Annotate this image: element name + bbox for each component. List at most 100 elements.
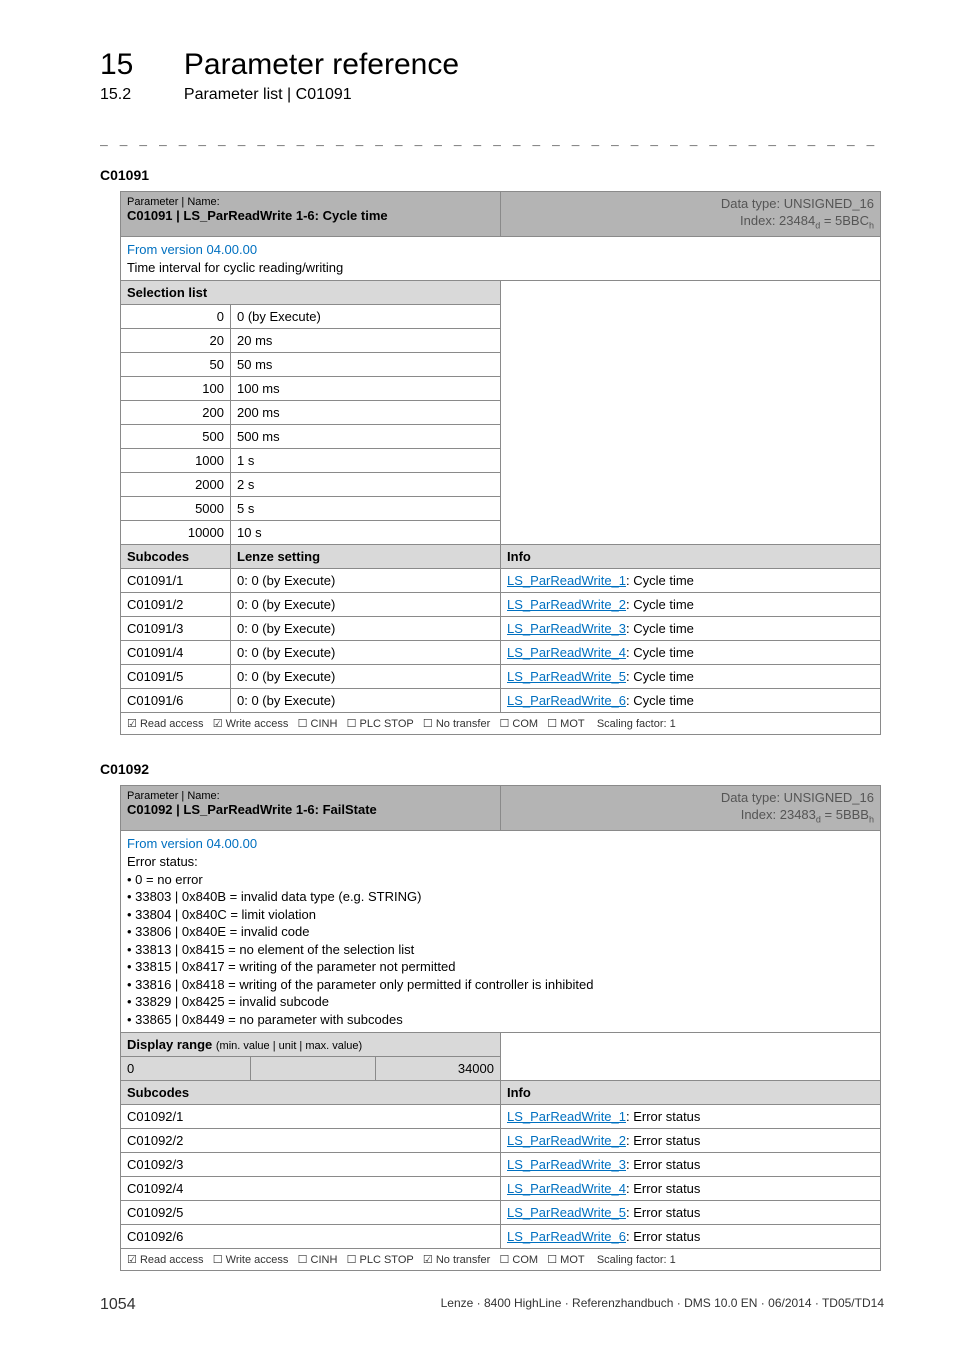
info-text: : Cycle time — [626, 597, 694, 612]
sel-key: 100 — [121, 377, 231, 401]
sel-val: 500 ms — [231, 425, 501, 449]
info-text: : Error status — [626, 1205, 700, 1220]
lenze-setting-header: Lenze setting — [231, 545, 501, 569]
info-text: : Cycle time — [626, 621, 694, 636]
desc-line: • 33865 | 0x8449 = no parameter with sub… — [127, 1012, 403, 1027]
sel-key: 2000 — [121, 473, 231, 497]
subcode: C01092/3 — [121, 1153, 501, 1177]
info-link[interactable]: LS_ParReadWrite_5 — [507, 1205, 626, 1220]
sel-key: 20 — [121, 329, 231, 353]
version-link[interactable]: From version 04.00.00 — [127, 836, 257, 851]
info-link[interactable]: LS_ParReadWrite_3 — [507, 1157, 626, 1172]
subcode: C01091/4 — [121, 641, 231, 665]
sel-val: 10 s — [231, 521, 501, 545]
subcode: C01091/5 — [121, 665, 231, 689]
setting: 0: 0 (by Execute) — [231, 617, 501, 641]
subcode: C01092/2 — [121, 1129, 501, 1153]
info-header: Info — [501, 545, 881, 569]
setting: 0: 0 (by Execute) — [231, 689, 501, 713]
info-link[interactable]: LS_ParReadWrite_1 — [507, 1109, 626, 1124]
desc-line: • 0 = no error — [127, 872, 203, 887]
subcode: C01091/1 — [121, 569, 231, 593]
sel-val: 100 ms — [231, 377, 501, 401]
info-text: : Error status — [626, 1229, 700, 1244]
selection-list-header: Selection list — [121, 281, 501, 305]
sel-val: 20 ms — [231, 329, 501, 353]
setting: 0: 0 (by Execute) — [231, 665, 501, 689]
subcode: C01091/3 — [121, 617, 231, 641]
desc-line: • 33803 | 0x840B = invalid data type (e.… — [127, 889, 421, 904]
desc-line: • 33815 | 0x8417 = writing of the parame… — [127, 959, 455, 974]
subcode: C01091/2 — [121, 593, 231, 617]
sel-key: 10000 — [121, 521, 231, 545]
setting: 0: 0 (by Execute) — [231, 593, 501, 617]
info-text: : Error status — [626, 1109, 700, 1124]
desc-line: • 33829 | 0x8425 = invalid subcode — [127, 994, 329, 1009]
param-index: Index: 23484d = 5BBCh — [507, 213, 874, 232]
param-header-title: C01091 | LS_ParReadWrite 1-6: Cycle time — [127, 208, 494, 223]
desc-line: • 33816 | 0x8418 = writing of the parame… — [127, 977, 593, 992]
info-text: : Cycle time — [626, 573, 694, 588]
param-datatype: Data type: UNSIGNED_16 — [507, 790, 874, 807]
access-flags: ☑ Read access ☐ Write access ☐ CINH ☐ PL… — [121, 1249, 881, 1271]
subcode: C01092/6 — [121, 1225, 501, 1249]
subcodes-header: Subcodes — [121, 545, 231, 569]
sel-key: 0 — [121, 305, 231, 329]
info-link[interactable]: LS_ParReadWrite_5 — [507, 669, 626, 684]
sel-val: 1 s — [231, 449, 501, 473]
access-flags: ☑ Read access ☑ Write access ☐ CINH ☐ PL… — [121, 713, 881, 735]
info-link[interactable]: LS_ParReadWrite_6 — [507, 693, 626, 708]
sel-key: 1000 — [121, 449, 231, 473]
sel-val: 200 ms — [231, 401, 501, 425]
subcode: C01092/4 — [121, 1177, 501, 1201]
sel-val: 2 s — [231, 473, 501, 497]
sel-val: 0 (by Execute) — [231, 305, 501, 329]
sel-val: 50 ms — [231, 353, 501, 377]
param-datatype: Data type: UNSIGNED_16 — [507, 196, 874, 213]
info-text: : Error status — [626, 1181, 700, 1196]
display-range-header: Display range (min. value | unit | max. … — [121, 1033, 501, 1057]
param-anchor-c01091: C01091 — [100, 167, 884, 183]
section-title: Parameter list | C01091 — [184, 86, 352, 104]
info-text: : Error status — [626, 1133, 700, 1148]
page-number: 1054 — [100, 1296, 136, 1313]
sel-key: 5000 — [121, 497, 231, 521]
setting: 0: 0 (by Execute) — [231, 569, 501, 593]
param-table-c01091: Parameter | Name: C01091 | LS_ParReadWri… — [120, 191, 881, 735]
subcode: C01092/5 — [121, 1201, 501, 1225]
version-link[interactable]: From version 04.00.00 — [127, 242, 257, 257]
info-link[interactable]: LS_ParReadWrite_1 — [507, 573, 626, 588]
range-min: 0 — [121, 1057, 251, 1081]
info-link[interactable]: LS_ParReadWrite_4 — [507, 1181, 626, 1196]
chapter-number: 15 — [100, 48, 180, 82]
subcode: C01091/6 — [121, 689, 231, 713]
section-number: 15.2 — [100, 86, 180, 104]
desc-line: • 33806 | 0x840E = invalid code — [127, 924, 309, 939]
param-anchor-c01092: C01092 — [100, 761, 884, 777]
param-description: Time interval for cyclic reading/writing — [127, 260, 343, 275]
sel-key: 500 — [121, 425, 231, 449]
info-link[interactable]: LS_ParReadWrite_3 — [507, 621, 626, 636]
desc-line: Error status: — [127, 854, 198, 869]
divider: _ _ _ _ _ _ _ _ _ _ _ _ _ _ _ _ _ _ _ _ … — [100, 132, 884, 147]
param-index: Index: 23483d = 5BBBh — [507, 807, 874, 826]
desc-line: • 33813 | 0x8415 = no element of the sel… — [127, 942, 414, 957]
info-text: : Error status — [626, 1157, 700, 1172]
info-link[interactable]: LS_ParReadWrite_2 — [507, 1133, 626, 1148]
footer-text: Lenze · 8400 HighLine · Referenzhandbuch… — [441, 1296, 884, 1310]
info-link[interactable]: LS_ParReadWrite_6 — [507, 1229, 626, 1244]
param-header-title: C01092 | LS_ParReadWrite 1-6: FailState — [127, 802, 494, 817]
info-text: : Cycle time — [626, 693, 694, 708]
desc-line: • 33804 | 0x840C = limit violation — [127, 907, 316, 922]
info-link[interactable]: LS_ParReadWrite_4 — [507, 645, 626, 660]
info-text: : Cycle time — [626, 669, 694, 684]
param-header-label: Parameter | Name: — [127, 790, 494, 802]
sel-key: 50 — [121, 353, 231, 377]
range-max: 34000 — [376, 1057, 501, 1081]
info-link[interactable]: LS_ParReadWrite_2 — [507, 597, 626, 612]
sel-val: 5 s — [231, 497, 501, 521]
info-header: Info — [501, 1081, 881, 1105]
info-text: : Cycle time — [626, 645, 694, 660]
chapter-title: Parameter reference — [184, 48, 459, 82]
subcodes-header: Subcodes — [121, 1081, 501, 1105]
